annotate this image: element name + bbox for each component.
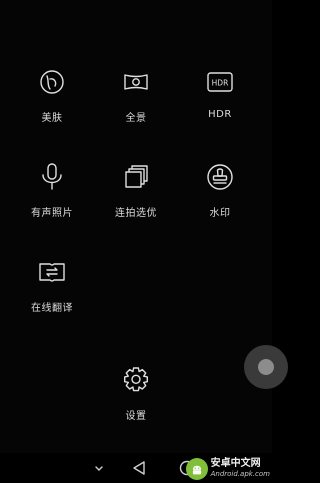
microphone-icon xyxy=(35,160,69,194)
back-triangle-icon[interactable] xyxy=(130,459,148,477)
mode-tile-audio-photo[interactable]: 有声照片 xyxy=(8,160,96,232)
chevron-down-icon[interactable] xyxy=(90,459,108,477)
mode-label: 水印 xyxy=(209,208,231,219)
floating-side-handle[interactable] xyxy=(244,345,288,389)
mode-label: 连拍选优 xyxy=(115,208,157,219)
watermark-cn: 安卓中文网 xyxy=(210,458,261,469)
side-handle-dot xyxy=(258,359,274,375)
mode-tile-hdr[interactable]: HDR HDR xyxy=(176,65,264,137)
watermark-en: Android.apk.com xyxy=(210,470,270,478)
mode-label: 有声照片 xyxy=(31,208,73,219)
mode-label: 美肤 xyxy=(41,113,63,124)
system-navigation-bar: 安卓中文网 Android.apk.com xyxy=(0,453,272,483)
watermark-text: 安卓中文网 Android.apk.com xyxy=(211,459,270,479)
mode-tile-translate[interactable]: 在线翻译 xyxy=(8,255,96,327)
hdr-icon: HDR xyxy=(203,65,237,99)
site-watermark: 安卓中文网 Android.apk.com xyxy=(185,457,270,481)
mode-label: 设置 xyxy=(125,411,147,422)
gear-icon xyxy=(119,363,153,397)
mode-label: HDR xyxy=(208,109,232,120)
mode-tile-panorama[interactable]: 全景 xyxy=(92,65,180,137)
svg-text:HDR: HDR xyxy=(212,79,229,88)
beauty-face-icon xyxy=(35,65,69,99)
android-logo-icon xyxy=(185,458,208,480)
mode-tile-watermark[interactable]: 水印 xyxy=(176,160,264,232)
mode-tile-burst[interactable]: 连拍选优 xyxy=(92,160,180,232)
mode-tile-beauty[interactable]: 美肤 xyxy=(8,65,96,137)
panorama-icon xyxy=(119,65,153,99)
camera-mode-menu-screen: 美肤 全景 HDR HDR 有声照片 连拍选优 水印 在线翻译 设置 安卓中文网… xyxy=(0,0,288,483)
mode-label: 全景 xyxy=(125,113,147,124)
settings-tile[interactable]: 设置 xyxy=(92,363,180,435)
mode-label: 在线翻译 xyxy=(31,303,73,314)
watermark-stamp-icon xyxy=(203,160,237,194)
burst-photos-icon xyxy=(119,160,153,194)
translate-book-icon xyxy=(35,255,69,289)
